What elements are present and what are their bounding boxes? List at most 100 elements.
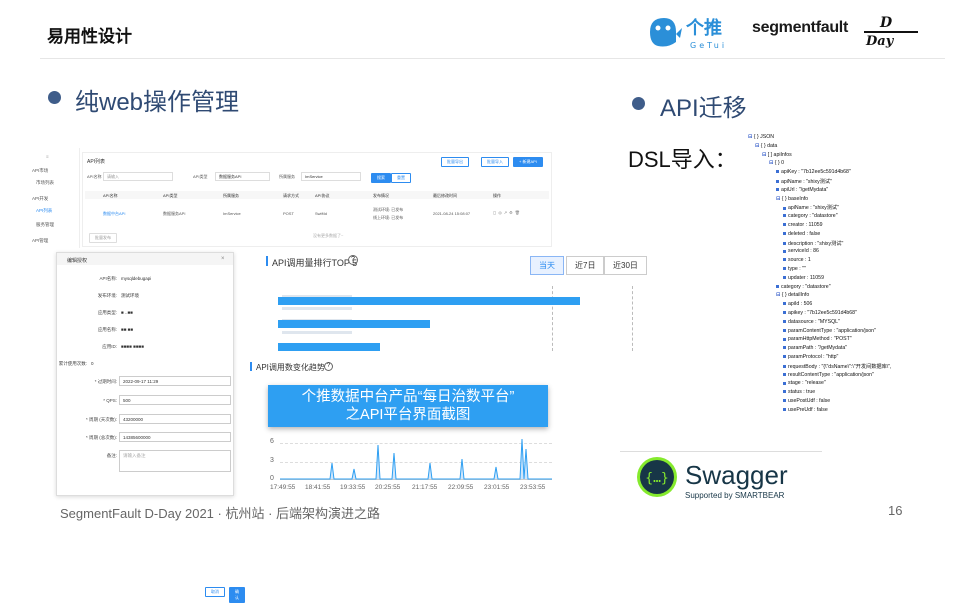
- sidebar-item-api-dev[interactable]: API开发: [32, 196, 48, 202]
- tree-text: paramPath : "/getMydata": [788, 345, 848, 352]
- row-api-type: 数据服务API: [163, 211, 186, 216]
- leaf-icon: [783, 355, 786, 359]
- sidebar-item-service-mgmt[interactable]: 服务管理: [36, 222, 54, 228]
- sidebar-item-api-market[interactable]: API市场: [32, 168, 48, 174]
- tree-leaf: usePostUdf : false: [783, 398, 830, 404]
- col-api-type: API类型: [163, 193, 178, 198]
- modal-title: 编辑授权: [67, 258, 88, 264]
- title-marker: [266, 256, 268, 266]
- reset-button[interactable]: 重置: [391, 173, 411, 183]
- batch-import-button[interactable]: 批量导入: [481, 157, 509, 167]
- total-label: * 周期 (总次数):: [86, 435, 117, 440]
- tree-text: serviceId : 86: [788, 248, 819, 255]
- swagger-name: Swagger: [685, 460, 788, 490]
- leaf-icon: [776, 187, 779, 191]
- total-input[interactable]: 14385600000: [119, 432, 231, 442]
- period-input[interactable]: 43200000: [119, 414, 231, 424]
- x-tick: 23:01:55: [484, 484, 510, 491]
- confirm-button[interactable]: 确认: [229, 587, 245, 603]
- tree-text: apiKey : "7b12ee5c591d4b68": [781, 169, 851, 176]
- field-label: API名称:: [99, 276, 117, 281]
- tree-text: type : "": [788, 266, 806, 272]
- tree-node[interactable]: ⊟ { } 0: [769, 160, 784, 166]
- tree-node[interactable]: ⊟ { } JSON: [748, 134, 774, 140]
- tree-text: apiName : "shixy测试": [781, 179, 832, 185]
- x-tick: 20:25:55: [375, 484, 401, 491]
- tree-text: status : true: [788, 389, 816, 396]
- trend-chart-panel: API调用数变化趋势 ? 6 3 0 17:49:55 18:41:55 19:…: [250, 358, 560, 498]
- tree-text: { } baseInfo: [781, 195, 809, 202]
- tree-text: { } detailInfo: [781, 292, 810, 299]
- leaf-icon: [783, 241, 786, 245]
- row-action-icons[interactable]: ◻◎↗⚙🗑: [493, 210, 522, 215]
- qps-label: * QPS:: [103, 398, 117, 403]
- tree-text: paramContentType : "application/json": [788, 327, 876, 334]
- api-name-input[interactable]: 请输入: [103, 172, 173, 181]
- tree-text: { } JSON: [753, 134, 774, 140]
- tree-text: deleted : false: [788, 230, 821, 237]
- tree-leaf: serviceId : 86: [783, 248, 819, 254]
- close-icon[interactable]: ×: [221, 256, 225, 262]
- leaf-icon: [783, 275, 786, 279]
- field-value: mysqldebugapi: [121, 276, 152, 281]
- row-api-name[interactable]: 数据中台API: [103, 211, 125, 217]
- tree-node[interactable]: ⊟ [ ] apiInfos: [762, 152, 792, 158]
- leaf-icon: [783, 372, 786, 376]
- bullet-icon: [48, 91, 61, 104]
- field-value: ■■■■ ■■■■: [121, 344, 144, 349]
- tab-7days[interactable]: 近7日: [566, 256, 605, 275]
- json-tree: ⊟ { } JSON ⊟ { } data ⊟ [ ] apiInfos ⊟ { } …: [748, 134, 928, 419]
- api-type-label: API类型: [193, 174, 208, 179]
- tree-leaf: paramContentType : "application/json": [783, 328, 876, 334]
- field-label: 应用名称:: [97, 327, 117, 332]
- batch-export-button[interactable]: 批量导出: [441, 157, 469, 167]
- tree-leaf: status : true: [783, 389, 815, 395]
- tree-text: creator : 11059: [788, 222, 823, 228]
- expire-input[interactable]: 2022-09-17 11:29: [119, 376, 231, 386]
- segmentfault-logo: segmentfault: [752, 19, 848, 36]
- batch-publish-button[interactable]: 批量发布: [89, 233, 117, 243]
- help-icon[interactable]: ?: [324, 362, 333, 371]
- service-select[interactable]: ImService: [301, 172, 361, 181]
- sidebar-item-api-list[interactable]: API列表: [36, 208, 52, 214]
- api-type-select[interactable]: 数据服务API: [215, 172, 270, 181]
- trend-line-chart: [280, 438, 552, 480]
- chart-bar: [278, 343, 380, 351]
- help-icon[interactable]: ?: [348, 255, 358, 265]
- leaf-icon: [783, 346, 786, 350]
- leaf-icon: [783, 390, 786, 394]
- tree-leaf: usePreUdf : false: [783, 407, 828, 413]
- leaf-icon: [783, 399, 786, 403]
- note-textarea[interactable]: 请输入备注: [119, 450, 231, 472]
- qps-input[interactable]: 500: [119, 395, 231, 405]
- row-protocol: SwiftId: [315, 211, 328, 216]
- tree-node[interactable]: ⊟ { } data: [755, 143, 777, 149]
- y-tick: 3: [270, 457, 274, 464]
- svg-text:Day: Day: [865, 34, 895, 48]
- field-value: 0: [91, 361, 94, 366]
- leaf-icon: [783, 258, 786, 262]
- menu-icon[interactable]: ≡: [46, 154, 49, 159]
- cancel-button[interactable]: 取消: [205, 587, 225, 597]
- leaf-icon: [783, 267, 786, 271]
- edit-auth-modal: 编辑授权 × API名称: mysqldebugapi 发布环境: 测试环境 应…: [56, 252, 245, 603]
- leaf-icon: [783, 249, 786, 253]
- row-service: ImService: [223, 211, 241, 216]
- gridline: [632, 286, 633, 351]
- tree-leaf: source : 1: [783, 257, 811, 263]
- row-modified: 2021-08-24 15:08:07: [433, 211, 471, 216]
- tree-node[interactable]: ⊟ { } baseInfo: [776, 196, 808, 202]
- blurred-labels: [282, 286, 352, 346]
- leaf-icon: [783, 206, 786, 210]
- search-button[interactable]: 搜索: [371, 173, 391, 183]
- leaf-icon: [783, 337, 786, 341]
- tab-today[interactable]: 当天: [530, 256, 564, 275]
- sidebar-item-market-list[interactable]: 市场列表: [36, 180, 54, 186]
- tab-30days[interactable]: 近30日: [604, 256, 647, 275]
- sidebar-item-api-mgmt[interactable]: API管理: [32, 238, 48, 244]
- tree-node[interactable]: ⊟ { } detailInfo: [776, 292, 809, 298]
- field-label: 应用类型:: [97, 310, 117, 315]
- new-api-button[interactable]: + 新建API: [513, 157, 543, 167]
- expire-label: * 过期时间:: [94, 379, 117, 384]
- dsl-import-label: DSL导入：: [628, 147, 737, 172]
